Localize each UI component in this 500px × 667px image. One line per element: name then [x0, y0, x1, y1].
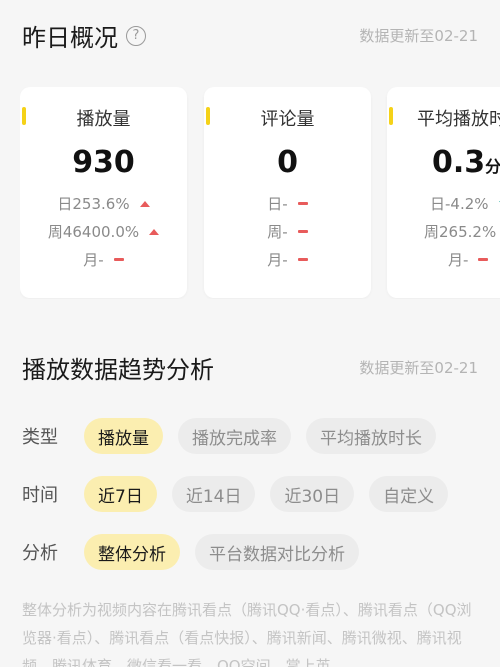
card-value-unit: 分钟	[485, 157, 500, 176]
stat-week-text: 周265.2%	[424, 223, 497, 241]
stat-week: 周-	[204, 221, 371, 242]
stat-month-text: 月-	[83, 251, 104, 269]
overview-header: 昨日概况 ? 数据更新至02-21	[22, 18, 478, 53]
analysis-filter-label: 分析	[22, 543, 58, 564]
time-option-30d[interactable]: 近30日	[270, 476, 355, 512]
stat-month-text: 月-	[267, 251, 288, 269]
card-value: 0	[204, 145, 371, 180]
analysis-description: 整体分析为视频内容在腾讯看点（腾讯QQ·看点）、腾讯看点（QQ浏览器·看点）、腾…	[22, 601, 472, 667]
metric-card-avg-duration[interactable]: 平均播放时长 0.3分钟 日-4.2% 周265.2% 月-	[387, 87, 500, 298]
time-option-14d[interactable]: 近14日	[171, 476, 256, 512]
card-value-number: 930	[72, 145, 135, 180]
stat-month: 月-	[20, 249, 187, 270]
stat-week: 周46400.0%	[20, 221, 187, 242]
card-label: 评论量	[260, 109, 315, 130]
trend-flat-icon	[113, 258, 124, 261]
type-filter-label: 类型	[22, 427, 58, 448]
stat-day: 日253.6%	[20, 193, 187, 214]
card-value-number: 0.3	[432, 145, 486, 180]
stat-day-text: 日-4.2%	[430, 195, 489, 213]
analysis-filter: 分析 整体分析 平台数据对比分析	[22, 534, 374, 570]
time-filter-label: 时间	[22, 485, 58, 506]
stat-month: 月-	[204, 249, 371, 270]
stat-week-text: 周-	[267, 223, 288, 241]
metric-cards[interactable]: 播放量 930 日253.6% 周46400.0% 月- 评论量 0 日- 周-…	[20, 87, 500, 299]
overview-title-text: 昨日概况	[22, 24, 118, 52]
trend-flat-icon	[297, 258, 308, 261]
analysis-option-overall[interactable]: 整体分析	[84, 534, 180, 570]
type-option-plays[interactable]: 播放量	[84, 418, 163, 454]
card-label: 平均播放时长	[417, 109, 500, 130]
trend-flat-icon	[297, 230, 308, 233]
card-value: 930	[20, 145, 187, 180]
stat-month-text: 月-	[448, 251, 469, 269]
trend-up-icon	[139, 200, 150, 207]
card-value-number: 0	[277, 145, 298, 180]
time-option-7d[interactable]: 近7日	[84, 476, 157, 512]
type-option-avg-duration[interactable]: 平均播放时长	[306, 418, 436, 454]
stat-day: 日-4.2%	[430, 193, 500, 214]
overview-update-text: 数据更新至02-21	[359, 27, 478, 45]
trend-header: 播放数据趋势分析 数据更新至02-21	[22, 350, 478, 385]
card-value: 0.3分钟	[432, 145, 500, 180]
type-filter: 类型 播放量 播放完成率 平均播放时长	[22, 418, 451, 454]
card-label: 播放量	[76, 109, 131, 130]
trend-flat-icon	[478, 258, 489, 261]
stat-day-text: 日-	[267, 195, 288, 213]
stat-week-text: 周46400.0%	[47, 223, 140, 241]
stat-month: 月-	[448, 249, 500, 270]
type-option-completion[interactable]: 播放完成率	[178, 418, 291, 454]
analysis-option-platform-compare[interactable]: 平台数据对比分析	[195, 534, 359, 570]
card-accent-bar	[389, 107, 393, 125]
stat-day: 日-	[204, 193, 371, 214]
stat-day-text: 日253.6%	[57, 195, 130, 213]
time-option-custom[interactable]: 自定义	[369, 476, 449, 512]
trend-flat-icon	[297, 202, 308, 205]
trend-up-icon	[149, 228, 160, 235]
trend-update-text: 数据更新至02-21	[359, 359, 478, 377]
stat-week: 周265.2%	[424, 221, 500, 242]
overview-title: 昨日概况 ?	[22, 18, 146, 53]
trend-title: 播放数据趋势分析	[22, 356, 214, 384]
help-icon[interactable]: ?	[126, 25, 146, 46]
metric-card-comments[interactable]: 评论量 0 日- 周- 月-	[204, 87, 371, 298]
metric-card-plays[interactable]: 播放量 930 日253.6% 周46400.0% 月-	[20, 87, 187, 298]
time-filter: 时间 近7日 近14日 近30日 自定义	[22, 476, 463, 512]
